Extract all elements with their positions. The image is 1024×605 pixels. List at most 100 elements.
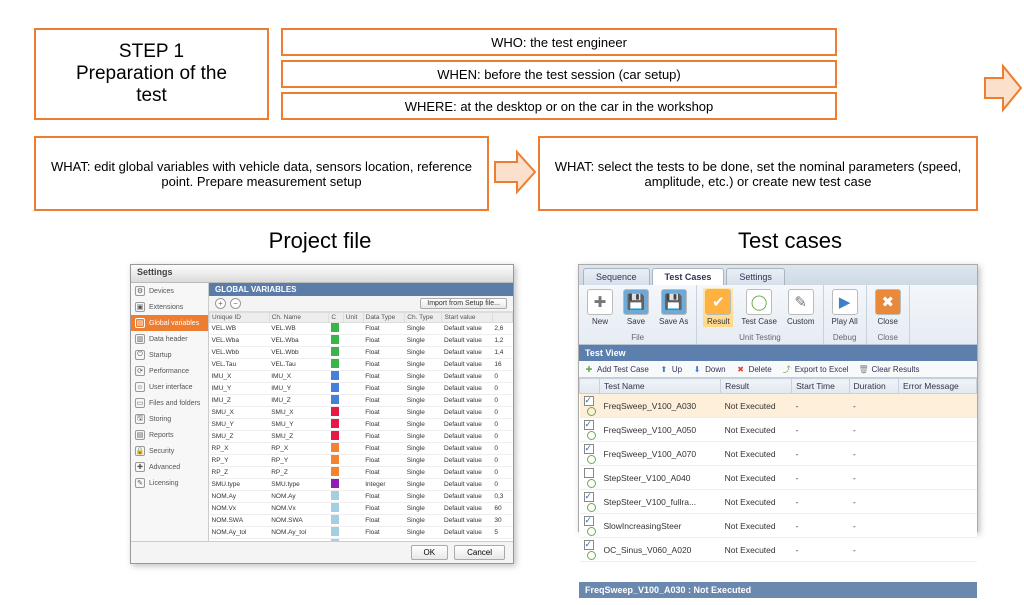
delete-button[interactable]: ✖Delete bbox=[736, 364, 772, 374]
status-ring-icon bbox=[587, 479, 596, 488]
step1-line1: STEP 1 bbox=[119, 41, 184, 63]
settings-sidebar: ⚙Devices▣Extensions▤Global variables▥Dat… bbox=[131, 283, 209, 541]
variable-row[interactable]: NOM.Ay_tolNOM.Ay_tolFloatSingleDefault v… bbox=[210, 527, 513, 539]
sidebar-item-performance[interactable]: ⟳Performance bbox=[131, 363, 208, 379]
sidebar-icon: ▤ bbox=[135, 430, 145, 440]
variable-row[interactable]: IMU_XIMU_XFloatSingleDefault value0 bbox=[210, 371, 513, 383]
variable-row[interactable]: NOM.AyNOM.AyFloatSingleDefault value0,3 bbox=[210, 491, 513, 503]
when-box: WHEN: before the test session (car setup… bbox=[281, 60, 837, 88]
tab-sequence[interactable]: Sequence bbox=[583, 268, 650, 285]
status-ring-icon bbox=[587, 503, 596, 512]
test-row[interactable]: SlowIncreasingSteerNot Executed-- bbox=[580, 514, 977, 538]
ok-button[interactable]: OK bbox=[411, 545, 449, 560]
where-box: WHERE: at the desktop or on the car in t… bbox=[281, 92, 837, 120]
test-checkbox[interactable] bbox=[584, 468, 594, 478]
test-case-button[interactable]: ◯Test Case bbox=[739, 288, 779, 327]
what2-box: WHAT: select the tests to be done, set t… bbox=[538, 136, 978, 211]
test-view-status: FreqSweep_V100_A030 : Not Executed bbox=[579, 582, 977, 598]
custom-button[interactable]: ✎Custom bbox=[785, 288, 817, 327]
variable-row[interactable]: RP_ZRP_ZFloatSingleDefault value0 bbox=[210, 467, 513, 479]
variable-row[interactable]: IMU_YIMU_YFloatSingleDefault value0 bbox=[210, 383, 513, 395]
tc-tabs: SequenceTest CasesSettings bbox=[579, 265, 977, 285]
variable-row[interactable]: VEL.WBVEL.WBFloatSingleDefault value2,6 bbox=[210, 323, 513, 335]
test-checkbox[interactable] bbox=[584, 396, 594, 406]
tab-test-cases[interactable]: Test Cases bbox=[652, 268, 725, 285]
test-cases-title: Test cases bbox=[640, 228, 940, 254]
test-checkbox[interactable] bbox=[584, 540, 594, 550]
remove-variable-button[interactable]: − bbox=[230, 298, 241, 309]
variable-row[interactable]: NOM.SWANOM.SWAFloatSingleDefault value30 bbox=[210, 515, 513, 527]
clear-results-button[interactable]: 🗑Clear Results bbox=[859, 364, 920, 374]
variable-row[interactable]: NOM.VxNOM.VxFloatSingleDefault value60 bbox=[210, 503, 513, 515]
sidebar-item-devices[interactable]: ⚙Devices bbox=[131, 283, 208, 299]
play-all-button[interactable]: ▶Play All bbox=[830, 288, 860, 327]
gv-toolbar: + − Import from Setup file... bbox=[209, 296, 513, 312]
test-checkbox[interactable] bbox=[584, 516, 594, 526]
variable-row[interactable]: SMU_ZSMU_ZFloatSingleDefault value0 bbox=[210, 431, 513, 443]
sidebar-icon: ⟳ bbox=[135, 366, 145, 376]
test-row[interactable]: StepSteer_V100_A040Not Executed-- bbox=[580, 466, 977, 490]
result-button[interactable]: ✔Result bbox=[703, 288, 733, 327]
test-checkbox[interactable] bbox=[584, 420, 594, 430]
sidebar-icon: ☺ bbox=[135, 382, 145, 392]
up-button[interactable]: ⬆Up bbox=[659, 364, 682, 374]
settings-window-title: Settings bbox=[131, 265, 513, 283]
variable-row[interactable]: VEL.WbaVEL.WbaFloatSingleDefault value1,… bbox=[210, 335, 513, 347]
test-view-table: Test NameResultStart TimeDurationError M… bbox=[579, 378, 977, 562]
close-button[interactable]: ✖Close bbox=[873, 288, 903, 327]
save-as-icon: 💾 bbox=[661, 289, 687, 315]
arrow-middle-icon bbox=[493, 148, 537, 196]
sidebar-icon: ⚙ bbox=[135, 286, 145, 296]
variable-row[interactable]: VEL.WbbVEL.WbbFloatSingleDefault value1,… bbox=[210, 347, 513, 359]
sidebar-item-global-variables[interactable]: ▤Global variables bbox=[131, 315, 208, 331]
import-from-setup-button[interactable]: Import from Setup file... bbox=[420, 298, 507, 309]
sidebar-item-storing[interactable]: 🖫Storing bbox=[131, 411, 208, 427]
variable-row[interactable]: RP_YRP_YFloatSingleDefault value0 bbox=[210, 455, 513, 467]
test-view-toolbar: ✚Add Test Case ⬆Up ⬇Down ✖Delete ⤴Export to … bbox=[579, 361, 977, 378]
test-row[interactable]: StepSteer_V100_fullra...Not Executed-- bbox=[580, 490, 977, 514]
project-file-window: Settings ⚙Devices▣Extensions▤Global vari… bbox=[130, 264, 514, 564]
variable-row[interactable]: SMU.typeSMU.typeIntegerSingleDefault val… bbox=[210, 479, 513, 491]
sidebar-item-files-and-folders[interactable]: ▭Files and folders bbox=[131, 395, 208, 411]
sidebar-icon: 🖫 bbox=[135, 414, 145, 424]
test-checkbox[interactable] bbox=[584, 444, 594, 454]
test-row[interactable]: FreqSweep_V100_A030Not Executed-- bbox=[580, 394, 977, 418]
sidebar-item-security[interactable]: 🔒Security bbox=[131, 443, 208, 459]
sidebar-item-startup[interactable]: ⏻Startup bbox=[131, 347, 208, 363]
variable-row[interactable]: NOM.Vx_tolNOM.Vx_tolFloatSingleDefault v… bbox=[210, 539, 513, 542]
down-button[interactable]: ⬇Down bbox=[692, 364, 725, 374]
test-row[interactable]: OC_Sinus_V060_A020Not Executed-- bbox=[580, 538, 977, 562]
test-row[interactable]: FreqSweep_V100_A050Not Executed-- bbox=[580, 418, 977, 442]
variable-row[interactable]: VEL.TauVEL.TauFloatSingleDefault value16 bbox=[210, 359, 513, 371]
add-variable-button[interactable]: + bbox=[215, 298, 226, 309]
sidebar-icon: ⏻ bbox=[135, 350, 145, 360]
cancel-button[interactable]: Cancel bbox=[454, 545, 505, 560]
sidebar-item-reports[interactable]: ▤Reports bbox=[131, 427, 208, 443]
variable-row[interactable]: SMU_XSMU_XFloatSingleDefault value0 bbox=[210, 407, 513, 419]
variable-row[interactable]: IMU_ZIMU_ZFloatSingleDefault value0 bbox=[210, 395, 513, 407]
export-to-excel-button[interactable]: ⤴Export to Excel bbox=[782, 364, 849, 374]
sidebar-item-extensions[interactable]: ▣Extensions bbox=[131, 299, 208, 315]
global-variables-table: Unique IDCh. NameCUnitData TypeCh. TypeS… bbox=[209, 312, 513, 541]
sidebar-icon: ▭ bbox=[135, 398, 145, 408]
variable-row[interactable]: SMU_YSMU_YFloatSingleDefault value0 bbox=[210, 419, 513, 431]
add-test-case-icon: ✚ bbox=[584, 364, 594, 374]
what1-box: WHAT: edit global variables with vehicle… bbox=[34, 136, 489, 211]
up-icon: ⬆ bbox=[659, 364, 669, 374]
sidebar-item-advanced[interactable]: ✚Advanced bbox=[131, 459, 208, 475]
tab-settings[interactable]: Settings bbox=[726, 268, 785, 285]
status-ring-icon bbox=[587, 431, 596, 440]
step1-box: STEP 1 Preparation of the test bbox=[34, 28, 269, 120]
new-button[interactable]: ✚New bbox=[585, 288, 615, 327]
new-icon: ✚ bbox=[587, 289, 613, 315]
variable-row[interactable]: RP_XRP_XFloatSingleDefault value0 bbox=[210, 443, 513, 455]
sidebar-item-user-interface[interactable]: ☺User interface bbox=[131, 379, 208, 395]
sidebar-item-licensing[interactable]: ✎Licensing bbox=[131, 475, 208, 491]
add-test-case-button[interactable]: ✚Add Test Case bbox=[584, 364, 649, 374]
sidebar-item-data-header[interactable]: ▥Data header bbox=[131, 331, 208, 347]
save-button[interactable]: 💾Save bbox=[621, 288, 651, 327]
test-checkbox[interactable] bbox=[584, 492, 594, 502]
close-icon: ✖ bbox=[875, 289, 901, 315]
test-row[interactable]: FreqSweep_V100_A070Not Executed-- bbox=[580, 442, 977, 466]
save-as-button[interactable]: 💾Save As bbox=[657, 288, 690, 327]
